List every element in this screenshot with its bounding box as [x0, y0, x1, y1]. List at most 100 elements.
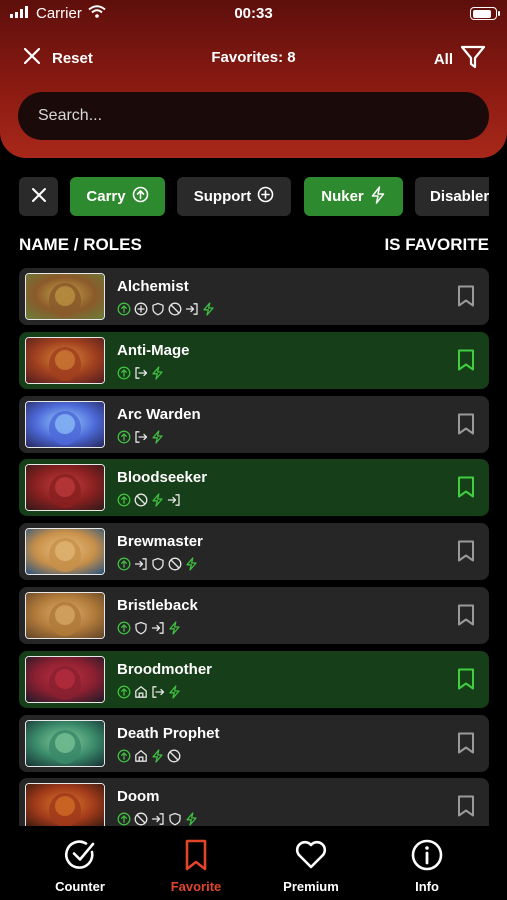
carry-role-icon [117, 685, 131, 699]
name-roles-heading: NAME / ROLES [19, 235, 142, 254]
hero-roles [117, 621, 181, 635]
favorites-count: Favorites: 8 [211, 49, 296, 66]
durable-role-icon [134, 621, 148, 635]
hero-portrait [25, 592, 105, 639]
favorite-bookmark-icon[interactable] [457, 540, 475, 567]
hero-roles [117, 493, 181, 508]
favorite-bookmark-icon[interactable] [457, 285, 475, 312]
info-icon [372, 838, 482, 875]
check-circle-icon [25, 838, 135, 875]
chip-nuker[interactable]: Nuker [304, 177, 403, 216]
hero-name: Brewmaster [117, 533, 203, 551]
disabler-role-icon [168, 557, 182, 571]
hero-roles [117, 685, 181, 699]
favorite-bookmark-icon[interactable] [457, 413, 475, 440]
hero-portrait [25, 273, 105, 320]
nuker-role-icon [151, 493, 164, 508]
durable-role-icon [151, 302, 165, 316]
tab-label: Counter [55, 879, 105, 894]
tab-counter[interactable]: Counter [25, 838, 135, 894]
escape-role-icon [134, 366, 148, 380]
plus-circle-icon [257, 186, 274, 207]
favorite-bookmark-icon[interactable] [457, 349, 475, 376]
status-time: 00:33 [234, 5, 273, 22]
hero-row[interactable]: Anti-Mage [19, 331, 489, 389]
favorite-bookmark-icon[interactable] [457, 604, 475, 631]
nuker-role-icon [151, 429, 164, 444]
chip-label: Support [193, 188, 252, 205]
carry-role-icon [117, 430, 131, 444]
tab-premium[interactable]: Premium [256, 838, 366, 894]
chip-disabler[interactable]: Disabler [415, 177, 489, 216]
pusher-role-icon [134, 749, 148, 763]
disabler-role-icon [134, 812, 148, 826]
carry-role-icon [117, 366, 131, 380]
hero-roles [117, 366, 164, 380]
durable-role-icon [151, 557, 165, 571]
hero-row[interactable]: Death Prophet [19, 714, 489, 772]
chip-carry[interactable]: Carry [70, 177, 165, 216]
support-role-icon [134, 302, 148, 316]
durable-role-icon [168, 812, 182, 826]
carry-role-icon [117, 749, 131, 763]
tab-label: Info [415, 879, 439, 894]
hero-row[interactable]: Doom [19, 778, 489, 828]
disabler-role-icon [134, 493, 148, 507]
hero-list[interactable]: Alchemist Anti-Mage Arc Warden Bloodseek… [19, 268, 489, 828]
nuker-role-icon [202, 302, 215, 316]
initiator-role-icon [151, 621, 165, 635]
hero-row[interactable]: Alchemist [19, 268, 489, 325]
is-favorite-heading: IS FAVORITE [384, 235, 489, 254]
hero-name: Broodmother [117, 660, 212, 678]
initiator-role-icon [167, 493, 181, 507]
nuker-role-icon [151, 366, 164, 380]
favorite-bookmark-icon[interactable] [457, 668, 475, 695]
tab-bar: Counter Favorite Premium Info [0, 826, 507, 900]
initiator-role-icon [134, 557, 148, 571]
filter-all-button[interactable]: All [434, 43, 487, 75]
hero-row[interactable]: Arc Warden [19, 395, 489, 453]
clear-filters-button[interactable] [19, 177, 58, 216]
tab-favorite[interactable]: Favorite [141, 838, 251, 894]
hero-portrait [25, 528, 105, 576]
tab-info[interactable]: Info [372, 838, 482, 894]
close-icon [31, 187, 47, 207]
hero-row[interactable]: Bristleback [19, 587, 489, 644]
hero-portrait [25, 336, 105, 384]
battery-icon [470, 7, 500, 20]
status-bar: Carrier 00:33 [0, 0, 507, 30]
heart-icon [256, 838, 366, 875]
initiator-role-icon [151, 812, 165, 826]
hero-row[interactable]: Brewmaster [19, 523, 489, 581]
chip-label: Nuker [321, 188, 364, 205]
nuker-role-icon [151, 748, 164, 763]
hero-roles [117, 302, 215, 316]
chip-support[interactable]: Support [177, 177, 291, 216]
hero-name: Arc Warden [117, 405, 201, 423]
list-header: NAME / ROLES IS FAVORITE [19, 235, 489, 255]
hero-row[interactable]: Bloodseeker [19, 459, 489, 517]
hero-name: Alchemist [117, 278, 189, 295]
hero-roles [117, 812, 198, 827]
carry-role-icon [117, 812, 131, 826]
search-input[interactable] [18, 92, 489, 140]
carry-role-icon [117, 621, 131, 635]
hero-portrait [25, 655, 105, 703]
favorite-bookmark-icon[interactable] [457, 732, 475, 759]
hero-portrait [25, 719, 105, 767]
hero-row[interactable]: Broodmother [19, 650, 489, 708]
escape-role-icon [134, 430, 148, 444]
favorite-bookmark-icon[interactable] [457, 476, 475, 503]
hero-portrait [25, 783, 105, 828]
chip-label: Disabler [430, 188, 489, 205]
filter-icon [459, 43, 487, 75]
hero-roles [117, 429, 164, 444]
favorite-bookmark-icon[interactable] [457, 795, 475, 822]
hero-name: Bloodseeker [117, 469, 208, 487]
carry-role-icon [117, 493, 131, 507]
arrow-up-circle-icon [132, 186, 149, 207]
hero-name: Doom [117, 788, 160, 806]
hero-roles [117, 748, 181, 763]
chip-label: Carry [86, 188, 126, 205]
hero-name: Anti-Mage [117, 341, 190, 359]
